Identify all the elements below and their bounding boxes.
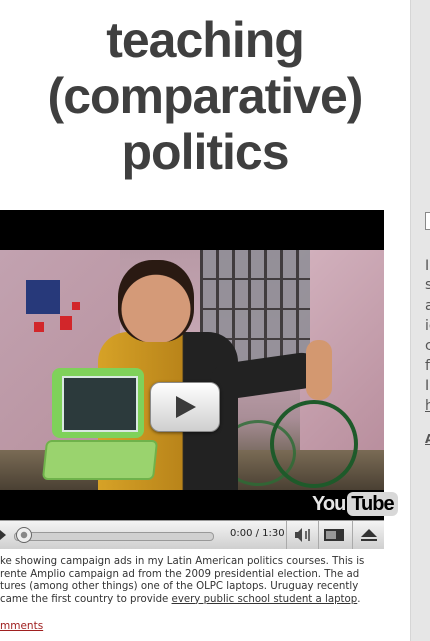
red-square <box>34 322 44 332</box>
blue-square <box>26 280 60 314</box>
play-icon <box>176 396 196 418</box>
post-line: came the first country to provide every … <box>0 594 384 607</box>
youtube-logo-you: You <box>312 492 346 515</box>
play-small-icon <box>0 530 6 540</box>
volume-button[interactable] <box>286 521 317 549</box>
video-thumbnail[interactable] <box>0 250 384 490</box>
sidebar-text: f <box>425 358 430 374</box>
blog-title-line1: teaching <box>106 12 305 68</box>
seek-bar[interactable] <box>14 532 214 541</box>
play-pause-button[interactable] <box>0 521 10 549</box>
eject-icon <box>361 529 377 541</box>
post-line-end: . <box>357 593 361 605</box>
laptop-base <box>41 440 159 480</box>
blog-title[interactable]: teaching (comparative) politics <box>0 12 410 180</box>
post-line: rente Amplio campaign ad from the 2009 p… <box>0 568 360 580</box>
sidebar: I s a ic c f I h A <box>410 0 430 641</box>
youtube-logo[interactable]: You Tube <box>312 492 398 516</box>
volume-icon <box>295 528 310 542</box>
time-display: 0:00 / 1:30 <box>230 528 285 539</box>
sidebar-text: ic <box>425 318 430 334</box>
widescreen-icon <box>324 529 344 541</box>
thumbs-up <box>306 340 332 400</box>
sidebar-text: s <box>425 277 430 293</box>
post-body: ke showing campaign ads in my Latin Amer… <box>0 556 384 606</box>
boy-head <box>118 260 194 342</box>
youtube-logo-tube: Tube <box>347 492 398 516</box>
red-square <box>72 302 80 310</box>
sidebar-text: a <box>425 298 430 314</box>
red-square <box>60 316 72 330</box>
fullscreen-button[interactable] <box>352 521 385 549</box>
blog-title-line3: politics <box>121 124 289 180</box>
post-line: ke showing campaign ads in my Latin Amer… <box>0 556 365 567</box>
sidebar-text: c <box>425 338 430 354</box>
sidebar-text: I <box>425 378 430 394</box>
sidebar-checkbox[interactable] <box>425 212 430 230</box>
blog-title-line2: (comparative) <box>47 68 364 124</box>
sidebar-text: I <box>425 258 430 274</box>
post-line-text: came the first country to provide <box>0 593 172 605</box>
comments-link[interactable]: mments <box>0 620 43 632</box>
player-controls: 0:00 / 1:30 <box>0 520 384 549</box>
laptop-screen <box>52 368 144 438</box>
bicycle-wheel <box>270 400 358 488</box>
seek-handle[interactable] <box>16 527 32 543</box>
sidebar-bottom-link[interactable]: A <box>425 432 430 446</box>
sidebar-link[interactable]: h <box>425 398 430 414</box>
laptop-article-link[interactable]: every public school student a laptop <box>172 594 358 605</box>
size-toggle-button[interactable] <box>318 521 349 549</box>
play-button[interactable] <box>150 382 220 432</box>
post-line: tures (among other things) one of the OL… <box>0 581 359 593</box>
youtube-player[interactable]: You Tube 0:00 / 1:30 <box>0 210 398 549</box>
olpc-laptop <box>41 368 159 480</box>
